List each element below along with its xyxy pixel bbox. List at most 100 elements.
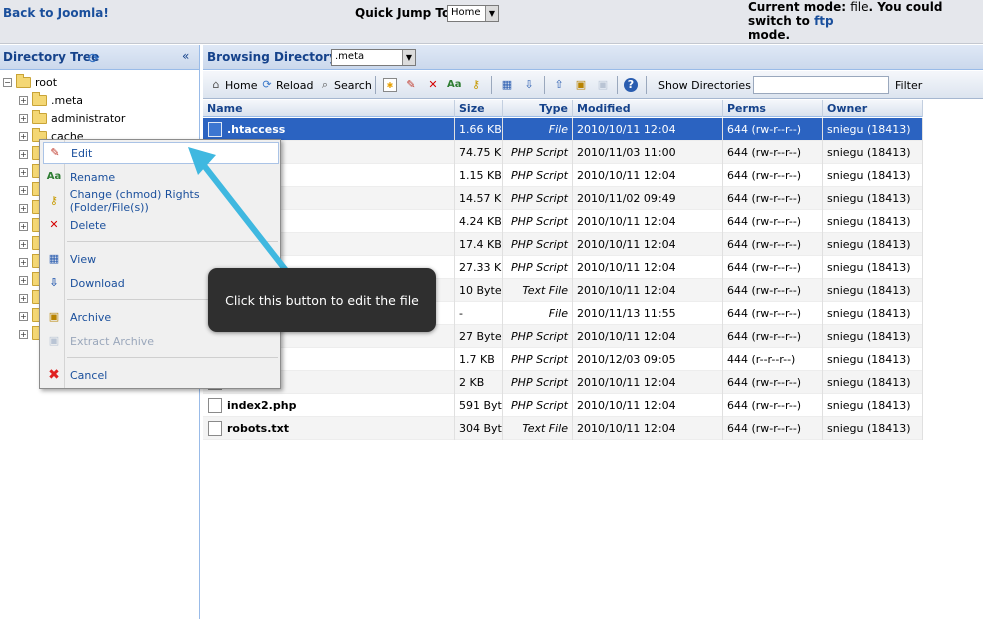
reload-icon: ⟳ [262, 78, 272, 91]
expand-node-icon[interactable]: + [19, 239, 28, 249]
edit-button[interactable]: ✎ [404, 77, 420, 93]
pointer-arrow [188, 147, 291, 276]
table-row[interactable]: robots.txt304 BytesText File2010/10/11 1… [203, 417, 923, 440]
cell-perms: 644 (rw-r--r--) [723, 325, 823, 348]
table-row[interactable]: index2.php591 BytesPHP Script2010/10/11 … [203, 394, 923, 417]
expand-node-icon[interactable]: + [19, 257, 28, 267]
expand-node-icon[interactable]: + [19, 113, 28, 123]
browsing-header: Browsing Directory .meta ▼ [203, 45, 983, 70]
expand-node-icon[interactable]: + [19, 185, 28, 195]
search-icon: ⌕ [321, 78, 329, 91]
filter-input[interactable] [753, 76, 889, 94]
browsing-directory-label: Browsing Directory [207, 50, 337, 64]
tree-node-administrator[interactable]: + administrator [19, 109, 125, 127]
table-row[interactable]: .htaccess 1.66 KB File 2010/10/11 12:04 644 … [203, 118, 923, 141]
upload-button[interactable]: ⇧ [552, 77, 568, 93]
cell-size: 4.24 KB [455, 210, 503, 233]
expand-node-icon[interactable]: + [19, 149, 28, 159]
menu-separator [67, 357, 278, 358]
cell-perms: 644 (rw-r--r--) [723, 187, 823, 210]
column-header-owner[interactable]: Owner [823, 100, 923, 117]
cell-name: .htaccess [203, 118, 455, 141]
menu-item-cancel[interactable]: ✖ Cancel [43, 364, 279, 386]
cell-type: PHP Script [503, 187, 573, 210]
cell-owner: sniegu (18413) [823, 325, 923, 348]
cell-size: 304 Bytes [455, 417, 503, 440]
expand-node-icon[interactable]: + [19, 95, 28, 105]
new-file-button[interactable]: ✱ [383, 77, 399, 93]
expand-node-icon[interactable]: + [19, 221, 28, 231]
help-button[interactable]: ? [624, 77, 640, 93]
directory-tree-header: Directory Tree ⟳ « [0, 45, 199, 70]
home-button[interactable]: ⌂ Home [209, 77, 258, 93]
tree-node-root[interactable]: − root [3, 73, 57, 91]
directory-select[interactable]: .meta ▼ [331, 49, 416, 66]
cell-name: robots.txt [203, 417, 455, 440]
delete-button[interactable]: ✕ [426, 77, 442, 93]
cell-owner: sniegu (18413) [823, 210, 923, 233]
download-button[interactable]: ⇩ [522, 77, 538, 93]
column-header-name[interactable]: Name [203, 100, 455, 117]
cell-size: 27.33 KB [455, 256, 503, 279]
cell-modified: 2010/11/13 11:55 [573, 302, 723, 325]
collapse-node-icon[interactable]: − [3, 77, 12, 87]
chmod-button[interactable]: ⚷ [469, 77, 485, 93]
cell-size: 10 Bytes [455, 279, 503, 302]
folder-open-icon [16, 73, 31, 88]
table-row[interactable]: hp17.4 KBPHP Script2010/10/11 12:04644 (… [203, 233, 923, 256]
expand-node-icon[interactable]: + [19, 293, 28, 303]
expand-node-icon[interactable]: + [19, 131, 28, 141]
extract-icon: ▣ [48, 334, 60, 347]
toolbar-separator [646, 76, 647, 94]
rename-button[interactable]: Aa [447, 77, 463, 93]
cell-perms: 644 (rw-r--r--) [723, 164, 823, 187]
table-row[interactable]: tion.php1.7 KBPHP Script2010/12/03 09:05… [203, 348, 923, 371]
table-row[interactable]: php14.57 KBPHP Script2010/11/02 09:49644… [203, 187, 923, 210]
expand-node-icon[interactable]: + [19, 203, 28, 213]
archive-button[interactable]: ▣ [574, 77, 590, 93]
tree-node-meta[interactable]: + .meta [19, 91, 83, 109]
cell-owner: sniegu (18413) [823, 141, 923, 164]
table-row[interactable]: DG.php74.75 KBPHP Script2010/11/03 11:00… [203, 141, 923, 164]
menu-item-extract-archive: ▣ Extract Archive [43, 330, 279, 352]
refresh-tree-icon[interactable]: ⟳ [88, 51, 104, 67]
expand-node-icon[interactable]: + [19, 329, 28, 339]
new-file-icon: ✱ [383, 78, 397, 92]
cell-owner: sniegu (18413) [823, 118, 923, 141]
back-to-joomla-link[interactable]: Back to Joomla! [3, 6, 109, 20]
cell-owner: sniegu (18413) [823, 348, 923, 371]
expand-node-icon[interactable]: + [19, 167, 28, 177]
toolbar-separator [375, 76, 376, 94]
table-row[interactable]: php4.24 KBPHP Script2010/10/11 12:04644 … [203, 210, 923, 233]
expand-node-icon[interactable]: + [19, 311, 28, 321]
column-header-modified[interactable]: Modified [573, 100, 723, 117]
expand-node-icon[interactable]: + [19, 275, 28, 285]
quick-jump-select[interactable]: Home ▼ [447, 5, 499, 22]
collapse-icon[interactable]: « [182, 49, 189, 63]
file-icon [208, 122, 222, 137]
search-button[interactable]: ⌕ Search [318, 77, 372, 93]
column-header-type[interactable]: Type [503, 100, 573, 117]
view-button[interactable]: ▦ [500, 77, 516, 93]
mode-text: Current mode: file. You could switch to … [748, 0, 943, 42]
table-row[interactable]: T.php1.15 KBPHP Script2010/10/11 12:0464… [203, 164, 923, 187]
download-icon: ⇩ [49, 276, 59, 289]
cell-type: PHP Script [503, 348, 573, 371]
table-row[interactable]: 2 KB PHP Script 2010/10/11 12:04 644 (rw-r-… [203, 371, 923, 394]
column-header-size[interactable]: Size [455, 100, 503, 117]
extract-button[interactable]: ▣ [596, 77, 612, 93]
reload-button[interactable]: ⟳ Reload [260, 77, 313, 93]
home-icon: ⌂ [212, 78, 220, 91]
cell-modified: 2010/11/02 09:49 [573, 187, 723, 210]
file-icon [208, 398, 222, 413]
column-header-perms[interactable]: Perms [723, 100, 823, 117]
cell-type: File [503, 118, 573, 141]
cell-size: 74.75 KB [455, 141, 503, 164]
show-directories-button[interactable]: Show Directories [658, 77, 751, 93]
cell-owner: sniegu (18413) [823, 417, 923, 440]
cell-owner: sniegu (18413) [823, 256, 923, 279]
ftp-mode-link[interactable]: ftp [814, 14, 834, 28]
cell-perms: 644 (rw-r--r--) [723, 141, 823, 164]
tutorial-tooltip: Click this button to edit the file [208, 268, 436, 332]
directory-tree-title: Directory Tree [3, 50, 100, 64]
